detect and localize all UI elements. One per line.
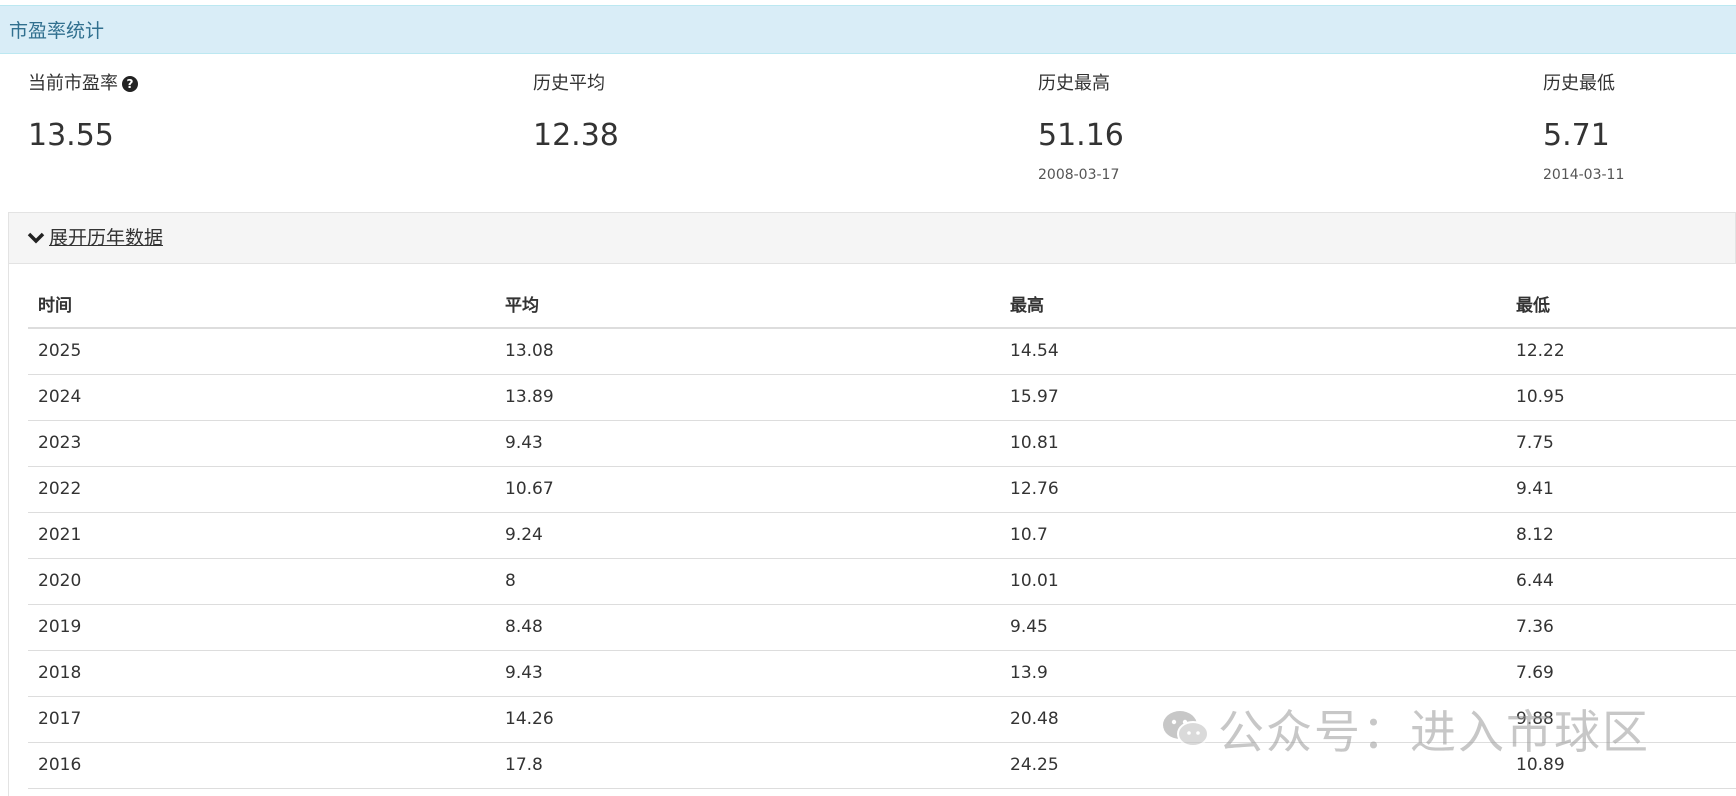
column-header-average: 平均: [495, 280, 1000, 329]
cell-year: 2022: [28, 466, 495, 513]
cell-year: 2023: [28, 420, 495, 467]
stat-value: 13.55: [28, 118, 114, 153]
cell-high: 13.9: [1000, 650, 1506, 697]
stat-date: 2014-03-11: [1543, 167, 1625, 183]
stat-current-pe: 当前市盈率 ? 13.55: [28, 72, 138, 154]
cell-year: 2024: [28, 374, 495, 421]
chevron-down-icon: [27, 232, 45, 244]
stat-value: 51.16: [1038, 118, 1124, 153]
cell-low: 9.88: [1506, 696, 1736, 743]
table-row: 2024 13.89 15.97 10.95: [28, 374, 1736, 421]
table-row: 2020 8 10.01 6.44: [28, 558, 1736, 605]
cell-low: 9.41: [1506, 466, 1736, 513]
cell-average: 8.48: [495, 604, 1000, 651]
cell-average: 9.43: [495, 650, 1000, 697]
panel-title: 市盈率统计: [9, 20, 105, 42]
cell-low: 7.36: [1506, 604, 1736, 651]
column-header-low: 最低: [1506, 280, 1736, 329]
cell-year: 2016: [28, 742, 495, 789]
table-row: 2022 10.67 12.76 9.41: [28, 466, 1736, 513]
cell-high: 10.7: [1000, 512, 1506, 559]
cell-year: 2019: [28, 604, 495, 651]
cell-year: 2025: [28, 328, 495, 375]
cell-low: 10.95: [1506, 374, 1736, 421]
stat-label: 历史最高: [1038, 73, 1110, 94]
stat-label: 当前市盈率: [28, 73, 118, 94]
table-row: 2018 9.43 13.9 7.69: [28, 650, 1736, 697]
cell-average: 10.67: [495, 466, 1000, 513]
stat-historical-high: 历史最高 51.16 2008-03-17: [1038, 72, 1124, 184]
cell-high: 24.25: [1000, 742, 1506, 789]
cell-high: 9.45: [1000, 604, 1506, 651]
stat-value: 5.71: [1543, 118, 1610, 153]
cell-high: 14.54: [1000, 328, 1506, 375]
cell-average: 13.08: [495, 328, 1000, 375]
expand-history-link[interactable]: 展开历年数据: [27, 226, 163, 250]
table-header-row: 时间 平均 最高 最低: [28, 280, 1736, 329]
stat-historical-low: 历史最低 5.71 2014-03-11: [1543, 72, 1624, 184]
cell-average: 8: [495, 558, 1000, 605]
cell-high: 15.97: [1000, 374, 1506, 421]
cell-average: 14.26: [495, 696, 1000, 743]
cell-high: 10.81: [1000, 420, 1506, 467]
cell-year: 2020: [28, 558, 495, 605]
cell-low: 7.75: [1506, 420, 1736, 467]
table-row: 2025 13.08 14.54 12.22: [28, 328, 1736, 375]
history-table: 时间 平均 最高 最低 2025 13.08 14.54 12.22 2024 …: [28, 280, 1736, 789]
cell-average: 9.24: [495, 512, 1000, 559]
expand-history-label: 展开历年数据: [49, 227, 164, 249]
stat-value: 12.38: [533, 118, 619, 153]
cell-high: 12.76: [1000, 466, 1506, 513]
cell-low: 10.89: [1506, 742, 1736, 789]
cell-low: 8.12: [1506, 512, 1736, 559]
question-circle-icon[interactable]: ?: [122, 76, 138, 92]
cell-year: 2021: [28, 512, 495, 559]
cell-year: 2017: [28, 696, 495, 743]
cell-average: 13.89: [495, 374, 1000, 421]
cell-high: 10.01: [1000, 558, 1506, 605]
column-header-high: 最高: [1000, 280, 1506, 329]
cell-year: 2018: [28, 650, 495, 697]
cell-low: 7.69: [1506, 650, 1736, 697]
stat-date: 2008-03-17: [1038, 167, 1120, 183]
expand-bar: 展开历年数据: [8, 212, 1736, 264]
stat-label: 历史最低: [1543, 73, 1615, 94]
stat-historical-average: 历史平均 12.38: [533, 72, 619, 154]
panel-heading: 市盈率统计: [0, 5, 1736, 54]
table-row: 2023 9.43 10.81 7.75: [28, 420, 1736, 467]
table-row: 2021 9.24 10.7 8.12: [28, 512, 1736, 559]
cell-average: 9.43: [495, 420, 1000, 467]
column-header-time: 时间: [28, 280, 495, 329]
cell-high: 20.48: [1000, 696, 1506, 743]
stat-label: 历史平均: [533, 73, 605, 94]
cell-low: 6.44: [1506, 558, 1736, 605]
cell-average: 17.8: [495, 742, 1000, 789]
table-row: 2016 17.8 24.25 10.89: [28, 742, 1736, 789]
table-row: 2017 14.26 20.48 9.88: [28, 696, 1736, 743]
cell-low: 12.22: [1506, 328, 1736, 375]
table-row: 2019 8.48 9.45 7.36: [28, 604, 1736, 651]
